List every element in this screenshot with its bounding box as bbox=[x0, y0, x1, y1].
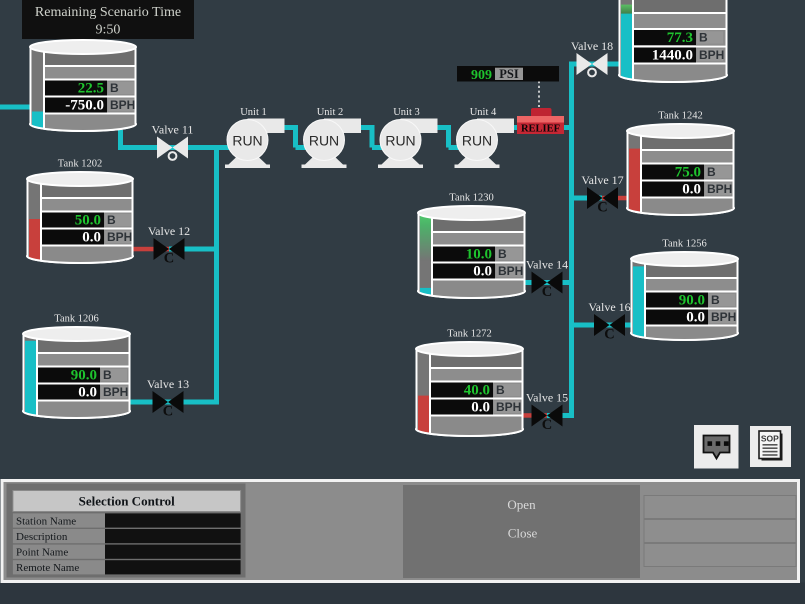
svg-text:BPH: BPH bbox=[498, 264, 523, 278]
svg-text:Unit 4: Unit 4 bbox=[470, 107, 497, 118]
svg-text:Valve 15: Valve 15 bbox=[526, 391, 568, 405]
svg-text:B: B bbox=[110, 81, 119, 95]
svg-text:Open: Open bbox=[507, 497, 536, 512]
svg-text:Remote Name: Remote Name bbox=[16, 562, 79, 574]
svg-text:BPH: BPH bbox=[711, 310, 736, 324]
svg-text:Tank 1242: Tank 1242 bbox=[658, 111, 702, 122]
svg-text:Selection Control: Selection Control bbox=[79, 494, 176, 509]
svg-text:B: B bbox=[699, 31, 708, 45]
svg-text:Valve 11: Valve 11 bbox=[152, 123, 194, 137]
svg-text:Tank 1256: Tank 1256 bbox=[662, 239, 706, 250]
svg-text:0.0: 0.0 bbox=[682, 182, 701, 198]
svg-text:Valve 17: Valve 17 bbox=[581, 173, 623, 187]
svg-text:C: C bbox=[542, 284, 552, 300]
svg-text:PSI: PSI bbox=[499, 67, 519, 81]
svg-text:B: B bbox=[103, 368, 112, 382]
svg-text:C: C bbox=[597, 200, 607, 216]
svg-text:Unit 2: Unit 2 bbox=[317, 107, 344, 118]
svg-text:C: C bbox=[164, 251, 174, 267]
svg-text:90.0: 90.0 bbox=[679, 293, 705, 309]
svg-text:BPH: BPH bbox=[107, 230, 132, 244]
svg-text:0.0: 0.0 bbox=[82, 230, 101, 246]
svg-text:Unit 3: Unit 3 bbox=[393, 107, 420, 118]
svg-text:BPH: BPH bbox=[103, 385, 128, 399]
svg-text:B: B bbox=[707, 165, 716, 179]
svg-text:Valve 18: Valve 18 bbox=[571, 39, 613, 53]
svg-text:RUN: RUN bbox=[385, 133, 415, 149]
svg-text:90.0: 90.0 bbox=[71, 368, 97, 384]
svg-text:C: C bbox=[542, 417, 552, 433]
svg-text:9:50: 9:50 bbox=[96, 23, 121, 38]
svg-text:77.3: 77.3 bbox=[667, 30, 693, 46]
svg-text:Tank 1202: Tank 1202 bbox=[58, 159, 102, 170]
svg-text:B: B bbox=[711, 293, 720, 307]
svg-text:Tank 1272: Tank 1272 bbox=[447, 329, 491, 340]
svg-text:1440.0: 1440.0 bbox=[652, 48, 693, 64]
svg-text:22.5: 22.5 bbox=[78, 81, 104, 97]
svg-text:RUN: RUN bbox=[309, 133, 339, 149]
svg-text:Point Name: Point Name bbox=[16, 547, 68, 559]
svg-text:-750.0: -750.0 bbox=[65, 98, 104, 114]
svg-text:BPH: BPH bbox=[496, 400, 521, 414]
svg-text:B: B bbox=[107, 213, 116, 227]
svg-text:BPH: BPH bbox=[699, 48, 724, 62]
svg-text:C: C bbox=[163, 404, 173, 420]
svg-text:0.0: 0.0 bbox=[686, 310, 705, 326]
svg-text:SOP: SOP bbox=[761, 434, 779, 444]
svg-text:Remaining Scenario Time: Remaining Scenario Time bbox=[35, 5, 181, 20]
svg-text:Valve 14: Valve 14 bbox=[526, 258, 568, 272]
svg-text:B: B bbox=[498, 247, 507, 261]
svg-text:Valve 12: Valve 12 bbox=[148, 224, 190, 238]
svg-text:RUN: RUN bbox=[232, 133, 262, 149]
svg-text:40.0: 40.0 bbox=[464, 383, 490, 399]
svg-text:909: 909 bbox=[471, 68, 492, 83]
svg-text:75.0: 75.0 bbox=[675, 165, 701, 181]
svg-text:0.0: 0.0 bbox=[473, 264, 492, 280]
svg-text:Description: Description bbox=[16, 531, 68, 543]
svg-text:10.0: 10.0 bbox=[466, 247, 492, 263]
svg-text:BPH: BPH bbox=[110, 98, 135, 112]
svg-text:C: C bbox=[604, 327, 614, 343]
svg-text:RELIEF: RELIEF bbox=[521, 124, 560, 135]
svg-text:0.0: 0.0 bbox=[471, 400, 490, 416]
svg-text:Station Name: Station Name bbox=[16, 515, 76, 527]
svg-text:RUN: RUN bbox=[462, 133, 492, 149]
svg-text:Unit 1: Unit 1 bbox=[240, 107, 267, 118]
svg-text:Close: Close bbox=[508, 526, 538, 541]
svg-text:B: B bbox=[496, 383, 505, 397]
svg-text:Valve 13: Valve 13 bbox=[147, 377, 189, 391]
svg-text:Tank 1206: Tank 1206 bbox=[54, 314, 98, 325]
svg-text:50.0: 50.0 bbox=[75, 213, 101, 229]
svg-text:Tank 1230: Tank 1230 bbox=[449, 193, 493, 204]
svg-text:Valve 16: Valve 16 bbox=[588, 300, 630, 314]
svg-text:0.0: 0.0 bbox=[78, 385, 97, 401]
svg-text:BPH: BPH bbox=[707, 182, 732, 196]
